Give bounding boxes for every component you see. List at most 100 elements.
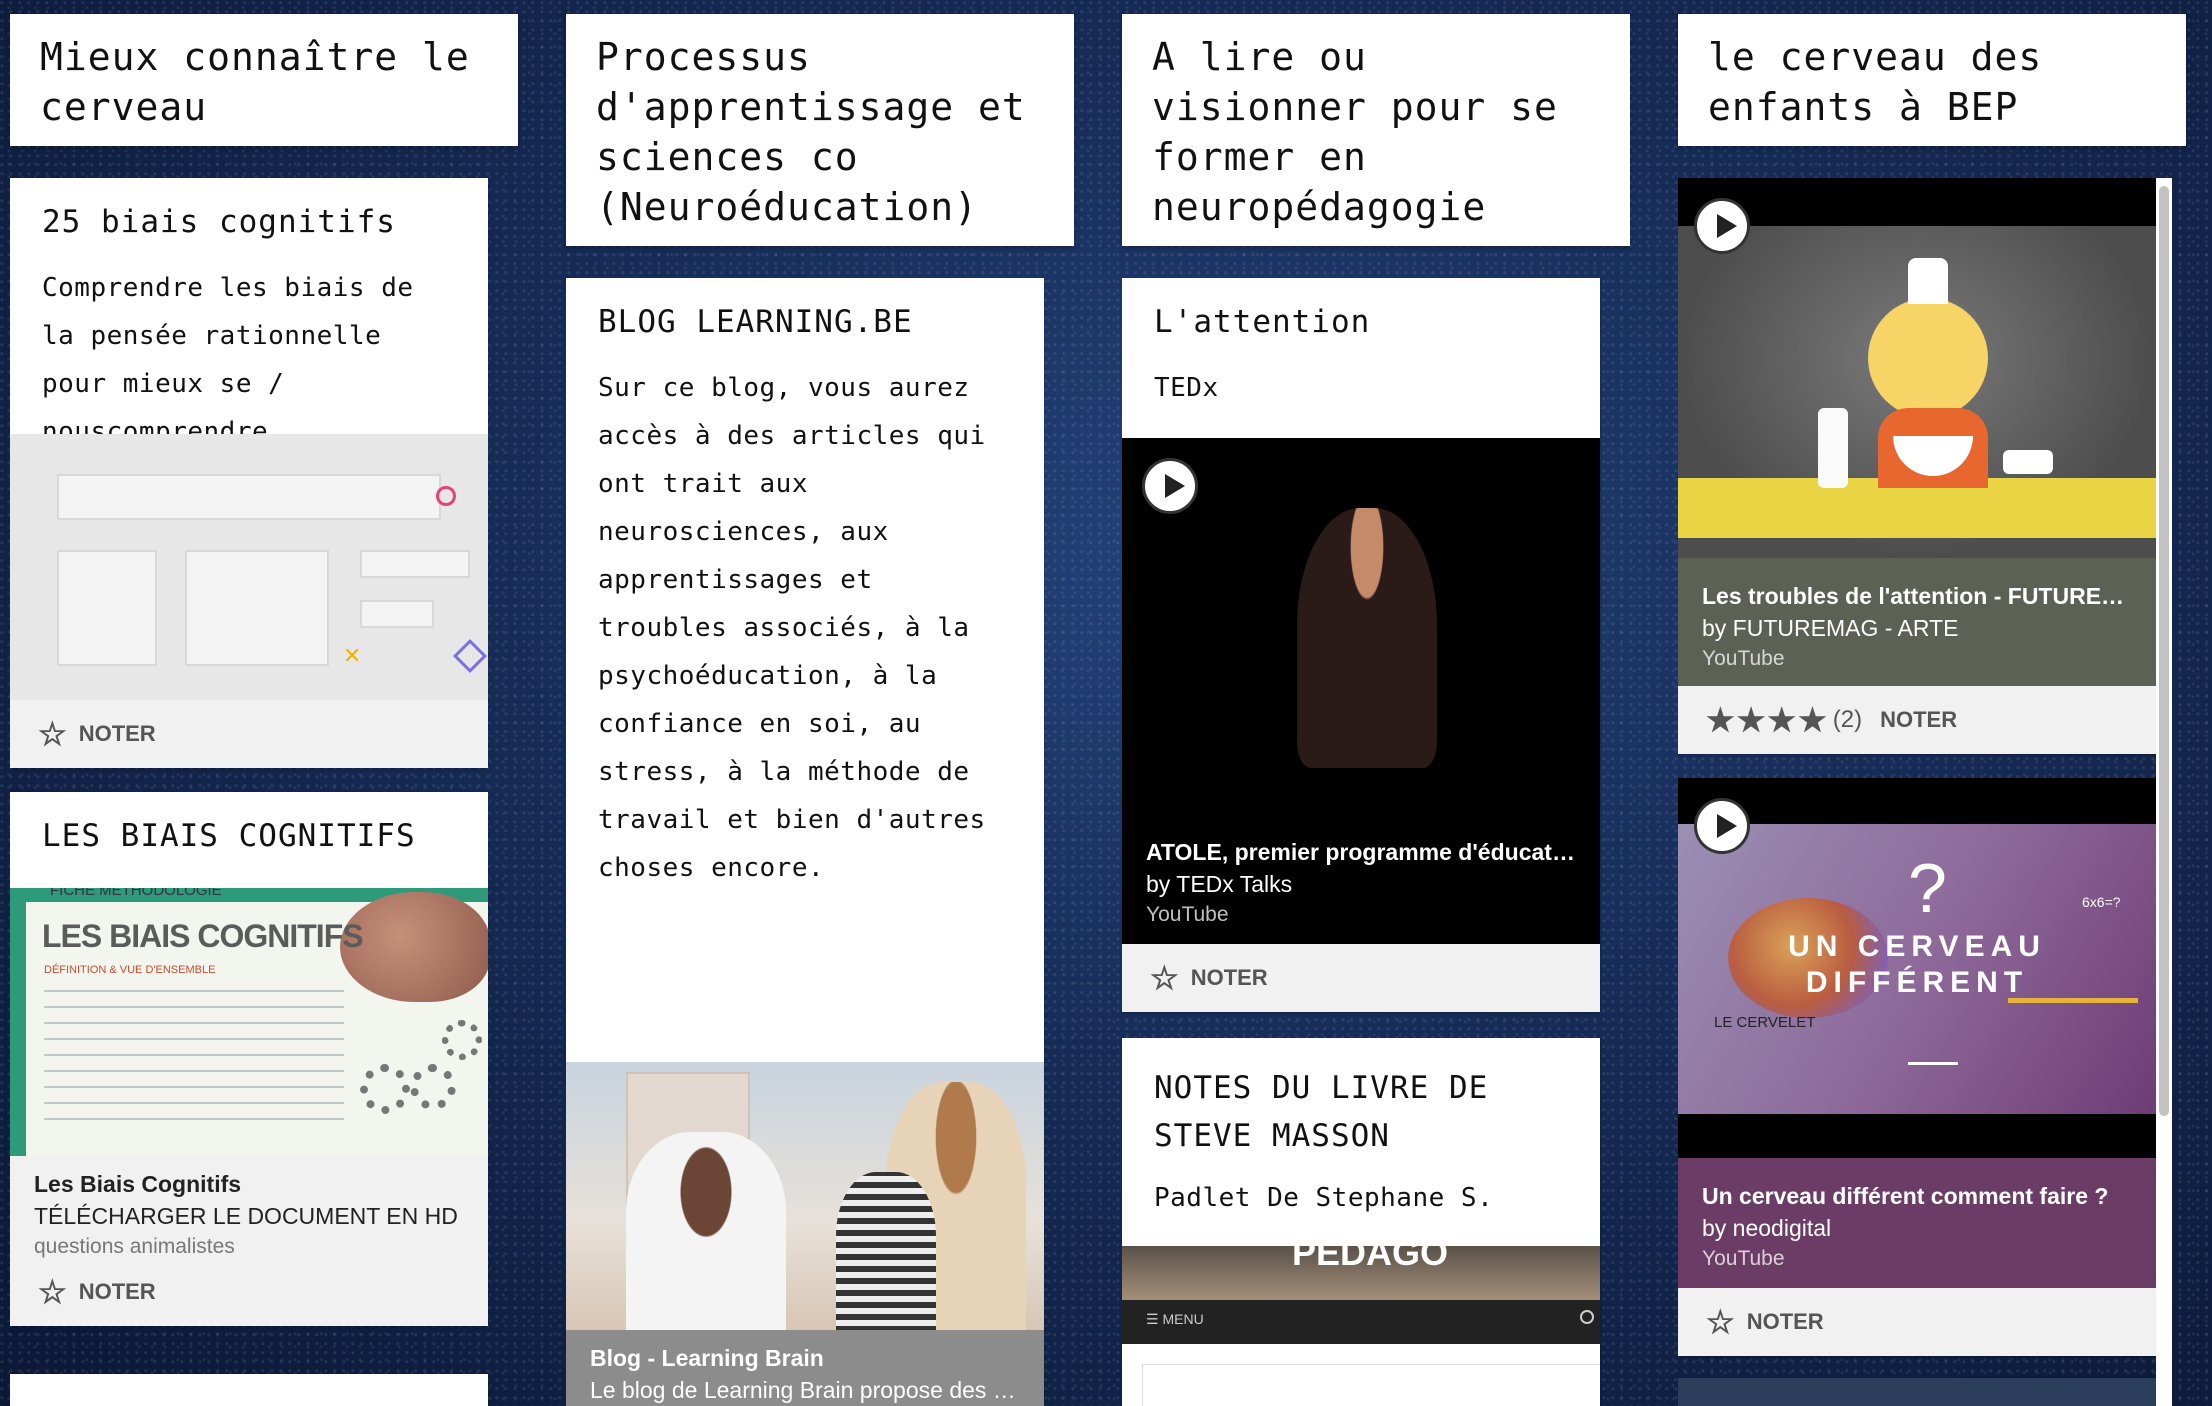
- site-nav-bar: ☰ MENU: [1122, 1300, 1600, 1344]
- rating-count: (2): [1832, 706, 1863, 733]
- column-header-3[interactable]: A lire ou visionner pour se former en ne…: [1122, 14, 1630, 246]
- column-2-list[interactable]: BLOG LEARNING.BE Sur ce blog, vous aurez…: [566, 278, 1074, 1406]
- page-content: [1142, 1364, 1600, 1406]
- diamond-shape-icon: [453, 639, 487, 673]
- link-title: Les Biais Cognitifs: [34, 1171, 242, 1197]
- post-card[interactable]: Les troubles de l'attention - FUTUREMA..…: [1678, 178, 2156, 754]
- divider-line: [1908, 1062, 1958, 1065]
- question-mark: ?: [1908, 849, 1947, 927]
- rate-bar[interactable]: ☆ NOTER: [10, 1258, 488, 1326]
- column-4-list[interactable]: Les troubles de l'attention - FUTUREMA..…: [1678, 178, 2186, 1406]
- desk-illustration: [2008, 998, 2138, 1093]
- link-preview-placeholder[interactable]: ✕: [10, 434, 488, 700]
- column-title: Mieux connaître le cerveau: [40, 35, 470, 129]
- post-card[interactable]: NOTES DU LIVRE DE STEVE MASSON Padlet De…: [1122, 1038, 1600, 1406]
- post-title: L'attention: [1154, 304, 1371, 340]
- rate-label[interactable]: NOTER: [1191, 965, 1268, 991]
- column-header-1[interactable]: Mieux connaître le cerveau: [10, 14, 518, 146]
- column-header-2[interactable]: Processus d'apprentissage et sciences co…: [566, 14, 1074, 246]
- video-meta[interactable]: ATOLE, premier programme d'éducation ...…: [1122, 824, 1600, 944]
- rate-bar[interactable]: ★★★★ (2) NOTER: [1678, 686, 2156, 754]
- post-card[interactable]: 25 biais cognitifs Comprendre les biais …: [10, 178, 488, 768]
- blog-photo[interactable]: [566, 1062, 1044, 1330]
- rate-label[interactable]: NOTER: [1747, 1309, 1824, 1335]
- post-card[interactable]: [1678, 1378, 2156, 1406]
- star-icon[interactable]: ☆: [38, 715, 67, 753]
- rating-stars-icon[interactable]: ★★★★: [1706, 701, 1829, 739]
- link-meta[interactable]: Les Biais Cognitifs TÉLÉCHARGER LE DOCUM…: [10, 1156, 488, 1258]
- image-label: LE CERVELET: [1714, 1014, 1816, 1031]
- play-icon[interactable]: [1694, 198, 1750, 254]
- infographic-image[interactable]: FICHE MÉTHODOLOGIE LES BIAIS COGNITIFS D…: [10, 888, 488, 1156]
- play-icon[interactable]: [1142, 458, 1198, 514]
- post-body: TEDx: [1154, 373, 1219, 403]
- gear-icon: [360, 1064, 410, 1114]
- link-subtitle: TÉLÉCHARGER LE DOCUMENT EN HD (...: [34, 1203, 464, 1229]
- video-thumbnail[interactable]: [1678, 178, 2156, 558]
- video-meta[interactable]: Un cerveau différent comment faire ? by …: [1678, 1158, 2156, 1288]
- person-figure: [626, 1132, 786, 1330]
- video-title: ATOLE, premier programme d'éducation ...: [1146, 839, 1576, 865]
- video-source: YouTube: [1702, 647, 1785, 670]
- post-card[interactable]: ? UN CERVEAU DIFFÉRENT LE CERVELET 6x6=?…: [1678, 778, 2156, 1356]
- video-author: by FUTUREMAG - ARTE: [1702, 615, 1959, 641]
- column-1-list[interactable]: 25 biais cognitifs Comprendre les biais …: [10, 178, 518, 1406]
- post-title: NOTES DU LIVRE DE STEVE MASSON: [1154, 1070, 1489, 1154]
- star-icon[interactable]: ☆: [1150, 959, 1179, 997]
- star-icon[interactable]: ☆: [1706, 1303, 1735, 1341]
- cross-shape-icon: ✕: [343, 644, 362, 669]
- post-body: Padlet De Stephane S.: [1154, 1183, 1494, 1213]
- post-card[interactable]: BLOG LEARNING.BE Sur ce blog, vous aurez…: [566, 278, 1044, 1406]
- image-equation: 6x6=?: [2082, 894, 2121, 910]
- post-card[interactable]: L'attention TEDx ATOLE, premier programm…: [1122, 278, 1600, 1012]
- placeholder-line: [360, 600, 434, 628]
- child-figure: [836, 1172, 936, 1330]
- post-title: BLOG LEARNING.BE: [598, 304, 913, 340]
- banner-text: PÉDAGO: [1292, 1246, 1449, 1273]
- post-body: Comprendre les biais de la pensée ration…: [42, 273, 414, 447]
- column-title: Processus d'apprentissage et sciences co…: [596, 35, 1026, 229]
- play-icon[interactable]: [1694, 798, 1750, 854]
- circle-shape-icon: [436, 486, 456, 506]
- column-title: le cerveau des enfants à BEP: [1708, 35, 2043, 129]
- search-icon: [1580, 1310, 1594, 1324]
- image-title-line2: DIFFÉRENT: [1805, 966, 2029, 999]
- column-header-4[interactable]: le cerveau des enfants à BEP: [1678, 14, 2186, 146]
- milk-bottle: [1818, 408, 1848, 488]
- link-title: Blog - Learning Brain: [590, 1345, 824, 1371]
- banner-photo: PÉDAGO: [1122, 1246, 1600, 1300]
- image-heading: LES BIAIS COGNITIFS: [42, 918, 364, 954]
- video-meta[interactable]: Les troubles de l'attention - FUTUREMA..…: [1678, 558, 2156, 688]
- rate-bar[interactable]: ☆ NOTER: [1122, 944, 1600, 1012]
- column-3-list[interactable]: L'attention TEDx ATOLE, premier programm…: [1122, 278, 1630, 1406]
- link-preview-image[interactable]: PÉDAGO ☰ MENU: [1122, 1246, 1600, 1406]
- video-author: by TEDx Talks: [1146, 871, 1293, 897]
- post-body: Sur ce blog, vous aurez accès à des arti…: [598, 373, 986, 883]
- image-text-lines: [44, 984, 344, 1134]
- video-author: by neodigital: [1702, 1215, 1832, 1241]
- post-title: LES BIAIS COGNITIFS: [42, 818, 416, 854]
- placeholder-line: [360, 550, 470, 578]
- post-card[interactable]: [10, 1374, 488, 1406]
- image-title-line1: UN CERVEAU: [1788, 930, 2046, 963]
- gear-icon: [442, 1020, 482, 1060]
- rate-bar[interactable]: ☆ NOTER: [10, 700, 488, 768]
- rate-label[interactable]: NOTER: [79, 1279, 156, 1305]
- placeholder-box: [185, 550, 329, 666]
- image-subheading: DÉFINITION & VUE D'ENSEMBLE: [44, 964, 216, 976]
- rate-bar[interactable]: ☆ NOTER: [1678, 1288, 2156, 1356]
- star-icon[interactable]: ☆: [38, 1273, 67, 1311]
- speaker-figure: [1297, 508, 1437, 768]
- menu-icon: ☰ MENU: [1146, 1311, 1204, 1327]
- rate-label[interactable]: NOTER: [1880, 707, 1957, 733]
- video-thumbnail[interactable]: ? UN CERVEAU DIFFÉRENT LE CERVELET 6x6=?: [1678, 778, 2156, 1158]
- video-source: YouTube: [1702, 1247, 1785, 1270]
- link-meta[interactable]: Blog - Learning Brain Le blog de Learnin…: [566, 1330, 1044, 1406]
- image-left-band: [10, 902, 26, 1156]
- menu-label: MENU: [1162, 1311, 1204, 1327]
- video-thumbnail[interactable]: [1122, 438, 1600, 838]
- scrollbar[interactable]: [2156, 178, 2172, 1406]
- chef-hat: [1908, 258, 1948, 304]
- rate-label[interactable]: NOTER: [79, 721, 156, 747]
- post-card[interactable]: LES BIAIS COGNITIFS FICHE MÉTHODOLOGIE L…: [10, 792, 488, 1326]
